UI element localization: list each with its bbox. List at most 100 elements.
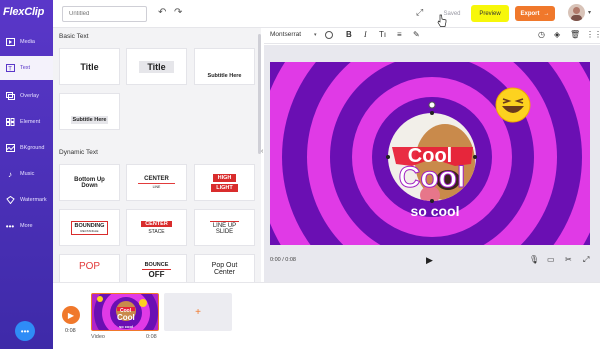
- redo-icon[interactable]: ↷: [174, 7, 182, 18]
- arrow-right-icon: →: [543, 10, 550, 17]
- clip-thumb-text-3: so cool: [119, 324, 133, 329]
- nav-more[interactable]: ••• More: [0, 214, 53, 238]
- text-template-title-2[interactable]: Title: [126, 48, 187, 85]
- canvas-text-cool-big[interactable]: Cool: [380, 162, 484, 193]
- grid-icon[interactable]: ⋮⋮: [586, 30, 600, 39]
- bold-icon[interactable]: B: [346, 30, 352, 39]
- text-template-center-stage[interactable]: CENTER STACE: [126, 209, 187, 246]
- avatar[interactable]: [568, 4, 585, 21]
- hand-cursor-icon: [437, 14, 447, 27]
- timeline-play-button[interactable]: ▶: [62, 306, 80, 324]
- template-line1: BOUNCE: [141, 262, 172, 270]
- italic-icon[interactable]: I: [364, 30, 367, 39]
- nav-media-label: Media: [20, 39, 35, 45]
- player-time: 0:00 / 0:08: [270, 257, 296, 263]
- app-root: FlexClip Media T Text Overlay Element BK…: [0, 0, 600, 349]
- left-nav: FlexClip Media T Text Overlay Element BK…: [0, 0, 53, 349]
- nav-text-label: Text: [20, 65, 31, 71]
- play-icon[interactable]: ▶: [426, 255, 433, 266]
- chevron-down-icon[interactable]: ▾: [314, 32, 317, 38]
- template-subtitle-label: Subtitle Here: [207, 73, 242, 79]
- clock-icon[interactable]: ◷: [538, 30, 545, 39]
- microphone-icon[interactable]: 🎙: [529, 255, 539, 264]
- chat-icon: •••: [20, 326, 30, 336]
- svg-text:T: T: [8, 66, 12, 72]
- basic-text-heading: Basic Text: [59, 33, 89, 40]
- text-template-pop[interactable]: POP: [59, 254, 120, 282]
- font-select[interactable]: Montserrat: [270, 31, 301, 38]
- video-canvas[interactable]: Cool Cool so cool: [270, 62, 590, 245]
- export-button[interactable]: Export →: [515, 6, 555, 21]
- nav-background[interactable]: BKground: [0, 136, 53, 160]
- template-line2: Center: [213, 269, 235, 276]
- undo-icon[interactable]: ↶: [158, 7, 166, 18]
- template-line1: Pop Out: [211, 262, 238, 269]
- plus-icon: +: [195, 306, 201, 318]
- nav-watermark[interactable]: Watermark: [0, 188, 53, 212]
- timeline-clip[interactable]: Cool Cool so cool: [91, 293, 159, 331]
- text-template-title-1[interactable]: Title: [59, 48, 120, 85]
- text-template-subtitle-1[interactable]: Subtitle Here: [194, 48, 255, 85]
- background-icon: [4, 143, 16, 153]
- nav-watermark-label: Watermark: [20, 197, 47, 203]
- text-template-center-line[interactable]: CENTER LINE: [126, 164, 187, 201]
- element-icon: [4, 117, 16, 127]
- nav-element[interactable]: Element: [0, 110, 53, 134]
- app-logo: FlexClip: [3, 6, 45, 18]
- clip-thumb-text-2: Cool: [117, 313, 135, 322]
- editor-toolbar: Montserrat ▾ B I Tı ≡ ✎ ◷ ◈ 🗑 ⋮⋮: [264, 28, 600, 44]
- template-frame: BOUNDING RECTANGLE: [70, 220, 109, 235]
- template-line2: RECTANGLE: [80, 228, 99, 233]
- template-line2: OFF: [148, 270, 165, 279]
- panel-scrollbar[interactable]: [258, 34, 261, 154]
- layers-icon[interactable]: ◈: [554, 30, 560, 39]
- text-icon: T: [4, 63, 16, 73]
- text-template-highlight[interactable]: HIGH LIGHT: [194, 164, 255, 201]
- text-template-subtitle-2[interactable]: Subtitle Here: [59, 93, 120, 130]
- nav-overlay[interactable]: Overlay: [0, 84, 53, 108]
- music-icon: ♪: [8, 169, 12, 179]
- nav-music-label: Music: [20, 171, 35, 177]
- add-clip-button[interactable]: +: [164, 293, 232, 331]
- text-template-pop-out[interactable]: Pop Out Center: [194, 254, 255, 282]
- preview-button[interactable]: Preview: [471, 5, 509, 22]
- dynamic-text-heading: Dynamic Text: [59, 149, 98, 156]
- player-bar: 0:00 / 0:08 ▶ 🎙 ▭ ✂ ⤢: [264, 247, 600, 277]
- template-line2: STACE: [148, 228, 165, 235]
- text-template-bounce-off[interactable]: BOUNCE OFF: [126, 254, 187, 282]
- chevron-down-icon[interactable]: ▾: [588, 9, 591, 16]
- fullscreen-icon[interactable]: ⤢: [583, 255, 589, 265]
- timeline: ▶ 0:08 Cool Cool so cool Video 0:08 +: [53, 282, 600, 349]
- chat-button[interactable]: •••: [15, 321, 35, 341]
- nav-text[interactable]: T Text: [0, 56, 53, 80]
- clip-label: Video: [91, 334, 105, 340]
- template-line1: LINE UP: [209, 220, 240, 229]
- template-line2: Down: [81, 182, 98, 189]
- template-title-label: Title: [80, 61, 99, 72]
- fullscreen-icon[interactable]: ⤢: [416, 7, 423, 18]
- clip-duration: 0:08: [146, 334, 157, 340]
- text-template-line-up[interactable]: LINE UP SLIDE: [194, 209, 255, 246]
- nav-media[interactable]: Media: [0, 30, 53, 54]
- color-picker-icon[interactable]: [325, 31, 333, 39]
- subtitle-icon[interactable]: ▭: [547, 255, 555, 264]
- overlay-icon: [4, 91, 16, 101]
- text-panel: Basic Text Title Title Subtitle Here Sub…: [53, 28, 261, 282]
- text-template-bounding[interactable]: BOUNDING RECTANGLE: [59, 209, 120, 246]
- project-title-input[interactable]: [62, 6, 147, 22]
- edit-icon[interactable]: ✎: [413, 30, 420, 39]
- align-icon[interactable]: ≡: [397, 30, 402, 39]
- canvas-text-so-cool[interactable]: so cool: [390, 203, 480, 219]
- template-line2: LINE: [152, 185, 161, 189]
- text-template-bottom-up[interactable]: Bottom Up Down: [59, 164, 120, 201]
- timeline-total-time: 0:08: [65, 328, 76, 334]
- export-label: Export: [520, 10, 540, 17]
- nav-music[interactable]: ♪ Music: [0, 162, 53, 186]
- text-size-icon[interactable]: Tı: [379, 30, 386, 39]
- top-bar: ↶ ↷ ⤢ Saved Preview Export → ▾: [53, 0, 600, 28]
- scissors-icon[interactable]: ✂: [565, 255, 572, 264]
- clip-thumbnail: Cool Cool so cool: [92, 294, 158, 330]
- template-line1: CENTER: [141, 220, 172, 227]
- delete-icon[interactable]: 🗑: [570, 30, 580, 39]
- template-line2: LIGHT: [211, 183, 238, 192]
